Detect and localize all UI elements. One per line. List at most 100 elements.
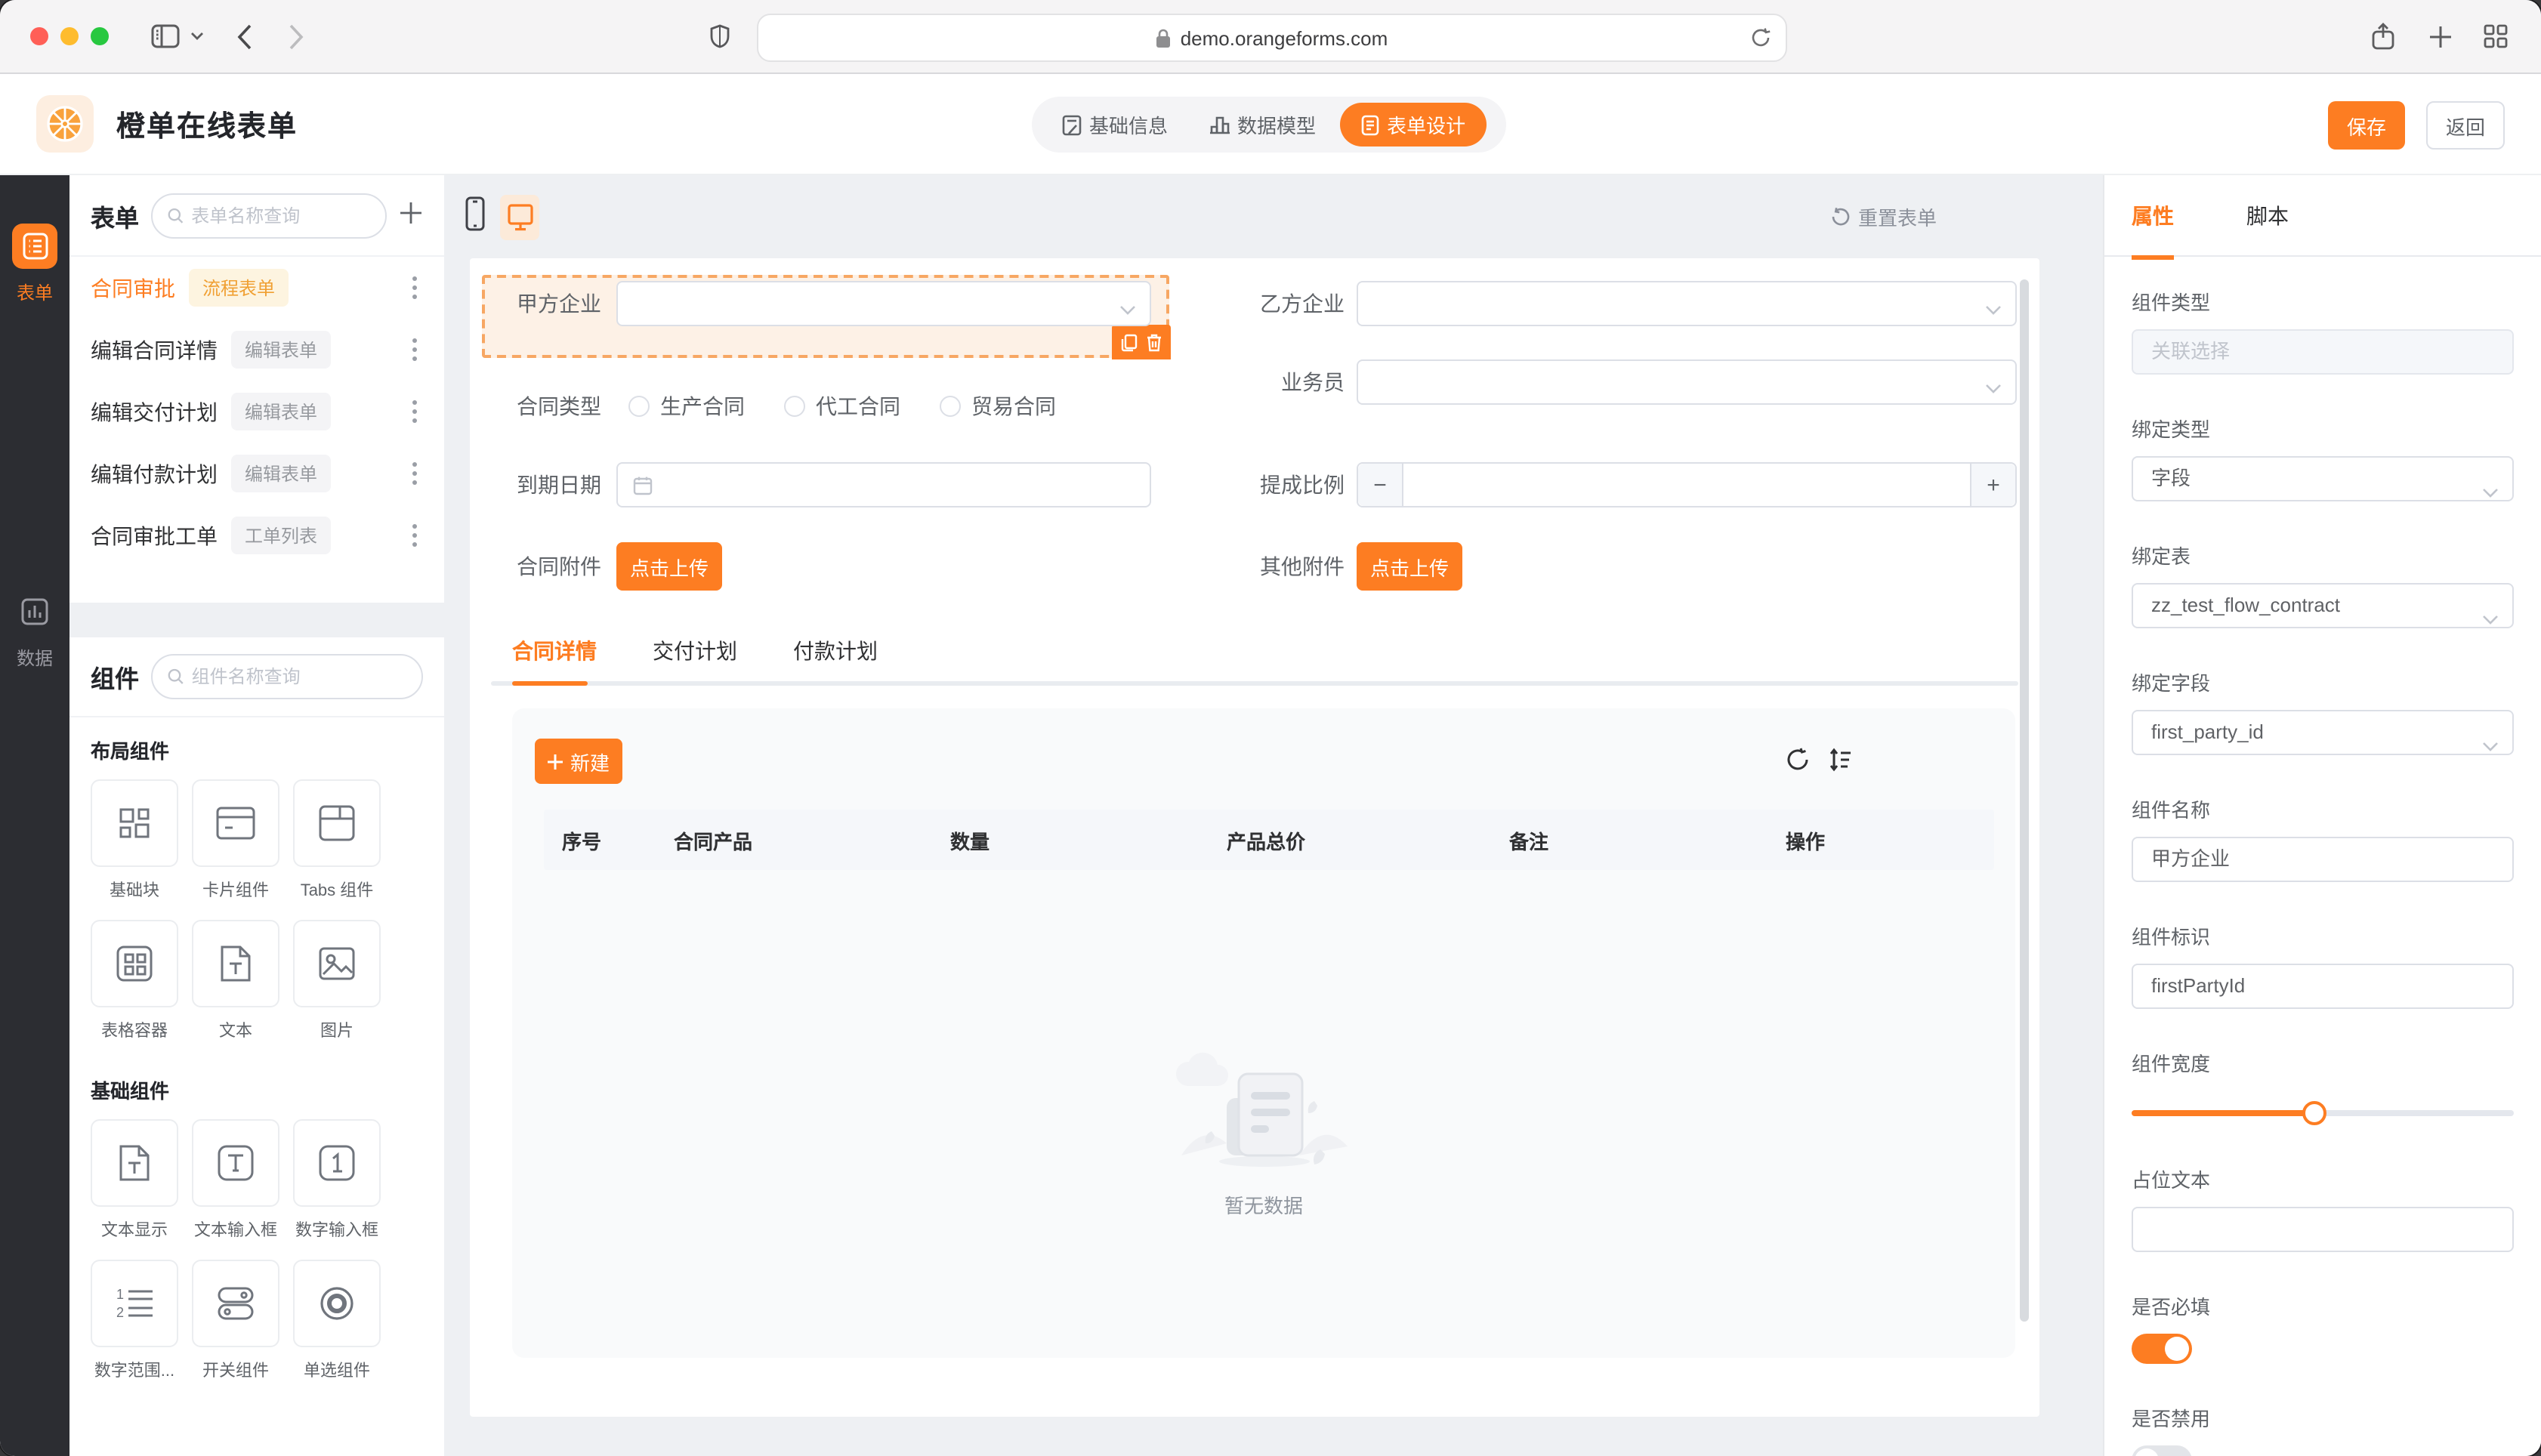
trash-icon[interactable]: [1147, 333, 1162, 351]
tab-overview-icon[interactable]: [2484, 24, 2508, 48]
form-item-name[interactable]: 合同审批: [91, 273, 175, 303]
share-icon[interactable]: [2372, 23, 2394, 50]
other-upload-button[interactable]: 点击上传: [1357, 542, 1462, 591]
form-item-menu-icon[interactable]: [406, 394, 423, 429]
save-button[interactable]: 保存: [2328, 101, 2405, 150]
rail-item-data[interactable]: [12, 589, 57, 634]
form-item-menu-icon[interactable]: [406, 332, 423, 367]
form-list-item[interactable]: 合同审批 流程表单: [91, 257, 423, 319]
tab-contract-detail[interactable]: 合同详情: [512, 636, 597, 666]
component-id-input[interactable]: firstPartyId: [2132, 964, 2514, 1009]
tab-script[interactable]: 脚本: [2246, 201, 2289, 255]
component-text-display[interactable]: 文本显示: [91, 1119, 178, 1242]
component-switch[interactable]: 开关组件: [192, 1260, 279, 1382]
component-text[interactable]: 文本: [192, 920, 279, 1042]
back-button-app[interactable]: 返回: [2426, 101, 2505, 150]
due-date-input[interactable]: [616, 462, 1151, 507]
mobile-preview-icon[interactable]: [465, 196, 485, 238]
form-item-menu-icon[interactable]: [406, 518, 423, 553]
new-tab-icon[interactable]: [2429, 25, 2452, 48]
desktop-preview-icon[interactable]: [500, 194, 539, 239]
form-list-item[interactable]: 编辑合同详情 编辑表单: [91, 319, 423, 381]
form-item-name[interactable]: 编辑交付计划: [91, 396, 218, 427]
required-label: 是否必填: [2132, 1296, 2211, 1319]
forward-button[interactable]: [289, 23, 304, 49]
canvas-scrollbar[interactable]: [2020, 279, 2029, 1322]
increase-button[interactable]: +: [1970, 464, 2015, 506]
form-list-item[interactable]: 编辑交付计划 编辑表单: [91, 381, 423, 443]
design-step-tabs: 基础信息 数据模型 表单设计: [1032, 97, 1506, 153]
copy-icon[interactable]: [1121, 333, 1138, 351]
col-total-price: 产品总价: [1227, 830, 1306, 853]
component-table-container[interactable]: 表格容器: [91, 920, 178, 1042]
rail-label-data[interactable]: 数据: [17, 645, 53, 671]
component-number-input[interactable]: 数字输入框: [293, 1119, 381, 1242]
refresh-icon[interactable]: [1786, 748, 1810, 772]
sort-icon[interactable]: [1828, 748, 1852, 772]
tab-properties[interactable]: 属性: [2132, 201, 2174, 260]
component-name-input[interactable]: 甲方企业: [2132, 837, 2514, 882]
form-list-item[interactable]: 合同审批工单 工单列表: [91, 504, 423, 566]
form-search-input[interactable]: [191, 205, 370, 227]
tab-payment-plan[interactable]: 付款计划: [793, 636, 878, 666]
second-party-select[interactable]: [1357, 281, 2017, 326]
svg-text:1: 1: [116, 1287, 124, 1302]
tab-basic-info[interactable]: 基础信息: [1044, 103, 1186, 147]
component-card[interactable]: 卡片组件: [192, 779, 279, 902]
add-form-button[interactable]: [399, 200, 423, 232]
bind-table-select[interactable]: zz_test_flow_contract: [2132, 583, 2514, 628]
component-search-input[interactable]: [191, 666, 406, 687]
radio-trade[interactable]: 贸易合同: [940, 391, 1056, 421]
component-type-label: 组件类型: [2132, 292, 2211, 314]
disabled-toggle[interactable]: [2132, 1445, 2192, 1456]
form-search-box[interactable]: [151, 193, 387, 239]
new-row-button[interactable]: 新建: [535, 739, 622, 784]
address-bar[interactable]: demo.orangeforms.com: [757, 14, 1787, 62]
zoom-window-button[interactable]: [91, 27, 109, 45]
minimize-window-button[interactable]: [60, 27, 79, 45]
component-radio[interactable]: 单选组件: [293, 1260, 381, 1382]
radio-production[interactable]: 生产合同: [628, 391, 745, 421]
col-actions: 操作: [1786, 830, 1826, 853]
reload-icon[interactable]: [1751, 27, 1771, 48]
component-image[interactable]: 图片: [293, 920, 381, 1042]
radio-oem[interactable]: 代工合同: [784, 391, 900, 421]
rail-label-forms[interactable]: 表单: [17, 279, 53, 305]
tab-delivery-plan[interactable]: 交付计划: [653, 636, 737, 666]
bind-type-select[interactable]: 字段: [2132, 456, 2514, 501]
reset-form-button[interactable]: 重置表单: [1831, 175, 1937, 258]
form-item-menu-icon[interactable]: [406, 456, 423, 491]
commission-stepper[interactable]: − +: [1357, 462, 2017, 507]
rail-item-forms[interactable]: [12, 224, 57, 269]
chevron-down-icon[interactable]: [190, 32, 204, 41]
contract-upload-button[interactable]: 点击上传: [616, 542, 722, 591]
back-button[interactable]: [237, 23, 252, 49]
form-item-name[interactable]: 合同审批工单: [91, 520, 218, 551]
shield-icon[interactable]: [710, 24, 730, 48]
close-window-button[interactable]: [30, 27, 48, 45]
form-list-item[interactable]: 编辑付款计划 编辑表单: [91, 443, 423, 504]
first-party-select[interactable]: [616, 281, 1151, 326]
table-grid-icon: [116, 945, 153, 982]
sidebar-toggle-icon[interactable]: [151, 24, 180, 48]
form-item-menu-icon[interactable]: [406, 270, 423, 305]
form-canvas: 甲方企业 乙方企业 合同类型 生产合同 代工合同 贸易合同 业务员 到期日期 提…: [470, 258, 2039, 1417]
component-basic-block[interactable]: 基础块: [91, 779, 178, 902]
form-item-name[interactable]: 编辑合同详情: [91, 335, 218, 365]
form-item-name[interactable]: 编辑付款计划: [91, 458, 218, 489]
decrease-button[interactable]: −: [1358, 464, 1403, 506]
tab-form-design[interactable]: 表单设计: [1340, 103, 1487, 147]
placeholder-text-input[interactable]: [2132, 1207, 2514, 1252]
component-search-box[interactable]: [151, 654, 423, 699]
bind-field-select[interactable]: first_party_id: [2132, 710, 2514, 755]
salesman-select[interactable]: [1357, 359, 2017, 405]
component-text-input[interactable]: 文本输入框: [192, 1119, 279, 1242]
slider-handle[interactable]: [2302, 1101, 2327, 1125]
component-width-slider[interactable]: [2132, 1101, 2514, 1125]
tabs-icon: [319, 805, 355, 841]
required-toggle[interactable]: [2132, 1334, 2192, 1364]
forms-panel: 表单 合同审批 流程表单: [69, 175, 444, 603]
component-tabs[interactable]: Tabs 组件: [293, 779, 381, 902]
component-number-range[interactable]: 12 数字范围...: [91, 1260, 178, 1382]
tab-data-model[interactable]: 数据模型: [1192, 103, 1334, 147]
